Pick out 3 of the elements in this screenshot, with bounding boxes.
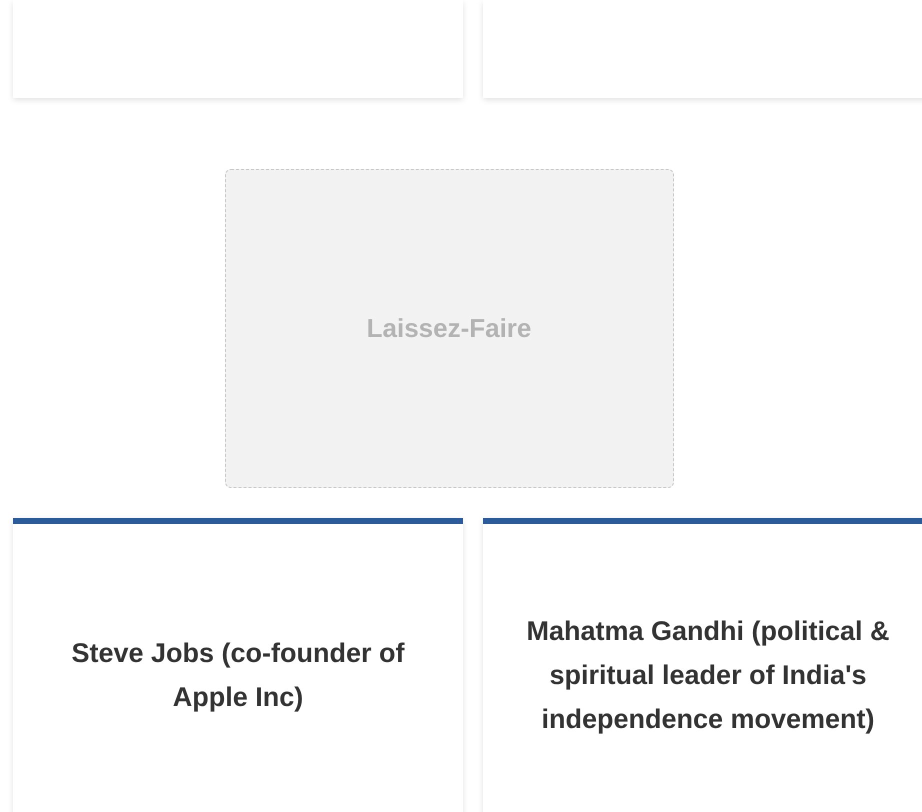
card-title: Steve Jobs (co-founder of Apple Inc) [70,637,406,714]
card-title: Mahatma Gandhi (political & spiritual leader of India's independence movement) [525,615,891,736]
placeholder-label: Laissez-Faire [366,312,532,345]
